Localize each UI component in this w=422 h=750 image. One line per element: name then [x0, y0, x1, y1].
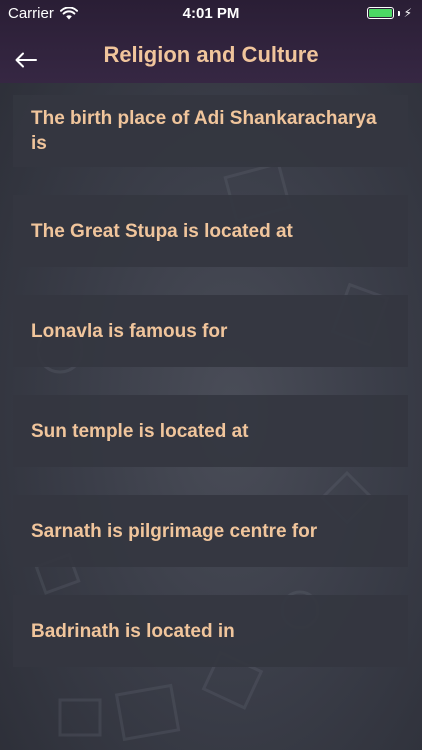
battery-icon [366, 7, 394, 19]
status-bar: Carrier 4:01 PM ⚡ [0, 0, 422, 28]
question-item[interactable]: The Great Stupa is located at [13, 195, 408, 267]
question-text: Sarnath is pilgrimage centre for [31, 520, 318, 542]
question-text: Sun temple is located at [31, 420, 249, 442]
battery-tip [397, 10, 400, 16]
question-item[interactable]: Badrinath is located in [13, 595, 408, 667]
navigation-bar: Carrier 4:01 PM ⚡ Religion and Culture [0, 0, 422, 83]
back-button[interactable] [8, 42, 44, 78]
status-time: 4:01 PM [182, 5, 240, 22]
question-item[interactable]: The birth place of Adi Shankaracharya is [13, 95, 408, 167]
question-item[interactable]: Lonavla is famous for [13, 295, 408, 367]
question-text: Badrinath is located in [31, 620, 235, 642]
battery-level [368, 9, 392, 17]
page-title: Religion and Culture [103, 42, 319, 67]
battery-indicator: ⚡ [366, 6, 412, 20]
question-text: The Great Stupa is located at [31, 220, 293, 242]
arrow-left-icon [15, 52, 37, 68]
question-item[interactable]: Sun temple is located at [13, 395, 408, 467]
charging-bolt-icon: ⚡ [403, 6, 412, 20]
question-text: The birth place of Adi Shankaracharya is [31, 108, 377, 154]
question-item[interactable]: Sarnath is pilgrimage centre for [13, 495, 408, 567]
question-text: Lonavla is famous for [31, 320, 228, 342]
